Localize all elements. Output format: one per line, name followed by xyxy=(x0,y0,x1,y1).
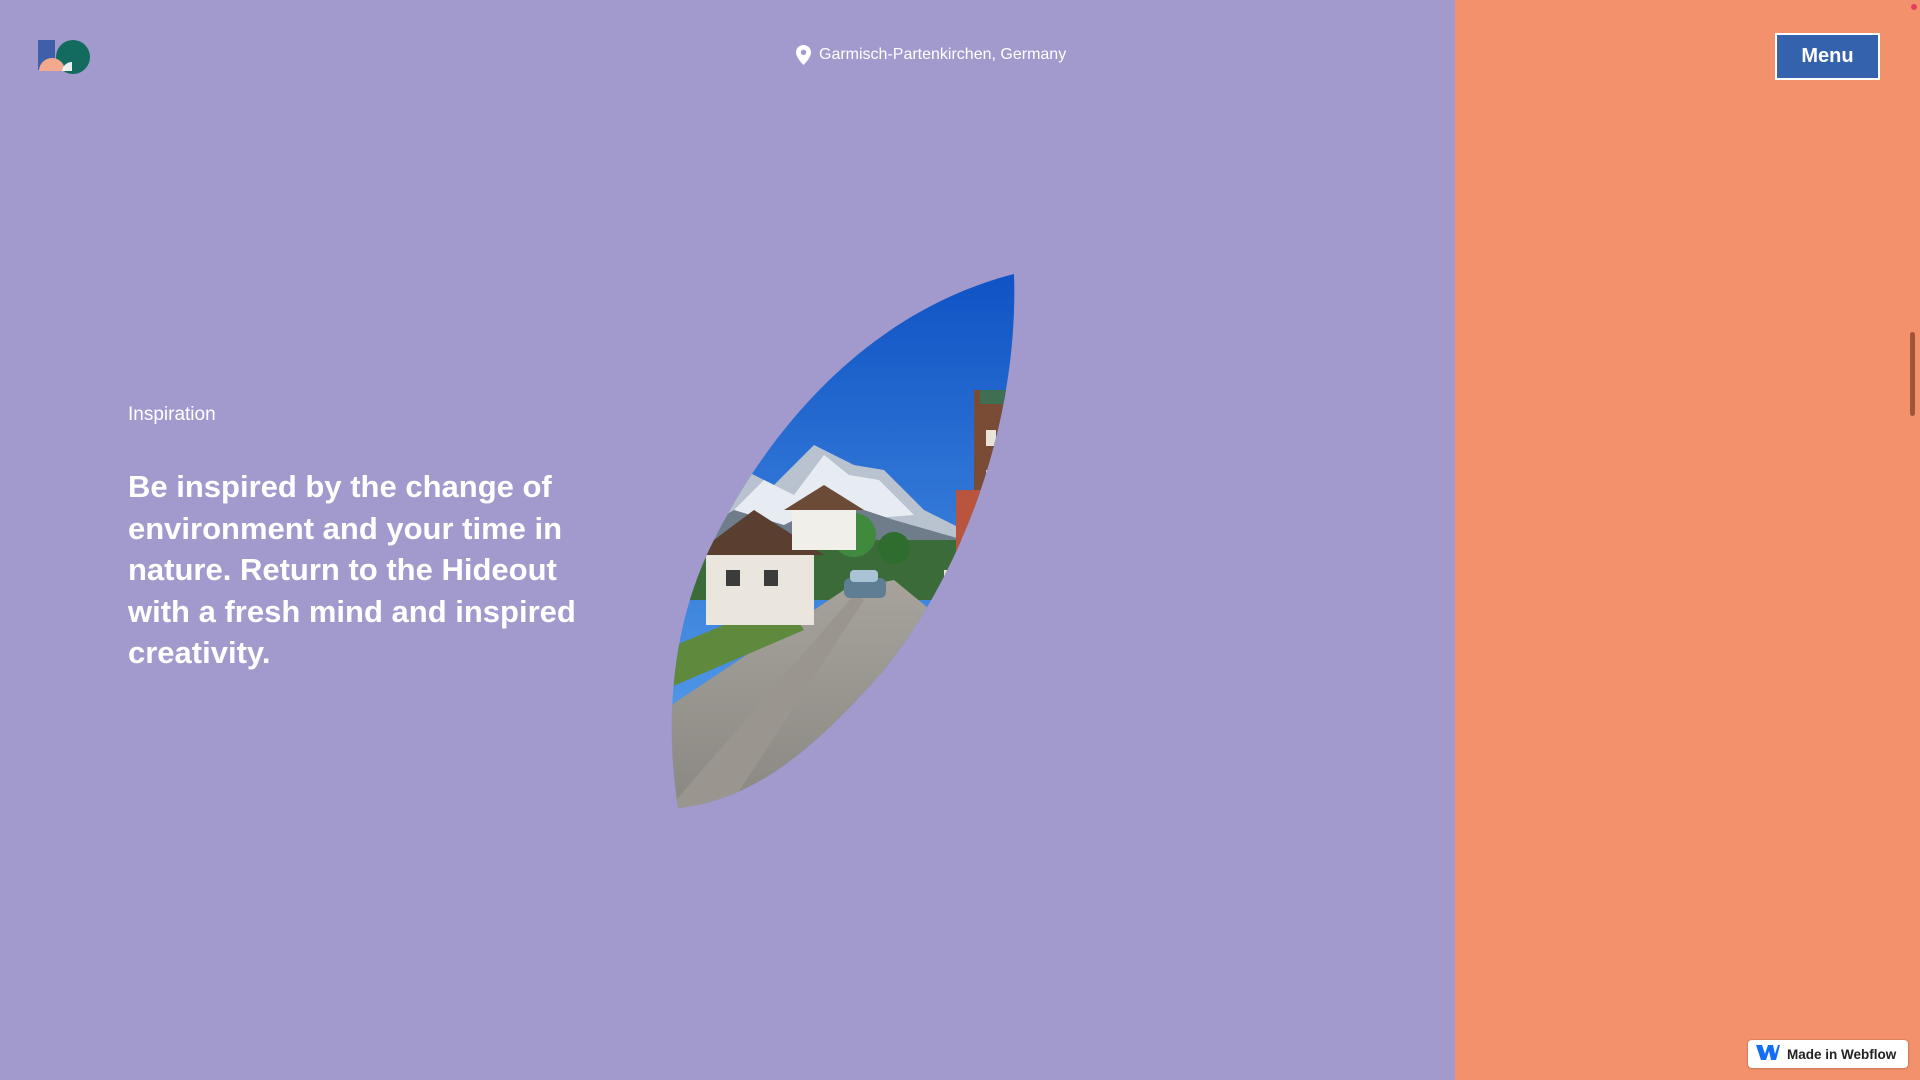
made-in-webflow-label: Made in Webflow xyxy=(1787,1046,1897,1062)
scroll-indicator[interactable] xyxy=(1910,332,1915,416)
hideout-logo-icon[interactable] xyxy=(38,38,92,76)
section-headline: Be inspired by the change of environment… xyxy=(128,469,576,670)
location-label: Garmisch-Partenkirchen, Germany xyxy=(819,46,1067,63)
location-indicator: Garmisch-Partenkirchen, Germany xyxy=(796,45,1066,65)
made-in-webflow-badge[interactable]: Made in Webflow xyxy=(1748,1040,1908,1068)
corner-dot xyxy=(1911,4,1917,10)
menu-button[interactable]: Menu xyxy=(1775,33,1880,80)
right-panel xyxy=(1455,0,1920,1080)
leaf-image xyxy=(664,270,1028,814)
page: Garmisch-Partenkirchen, Germany Menu Ins… xyxy=(0,0,1920,1080)
section-eyebrow: Inspiration xyxy=(128,404,216,425)
webflow-logo-icon xyxy=(1756,1045,1780,1063)
map-pin-icon xyxy=(796,45,811,65)
